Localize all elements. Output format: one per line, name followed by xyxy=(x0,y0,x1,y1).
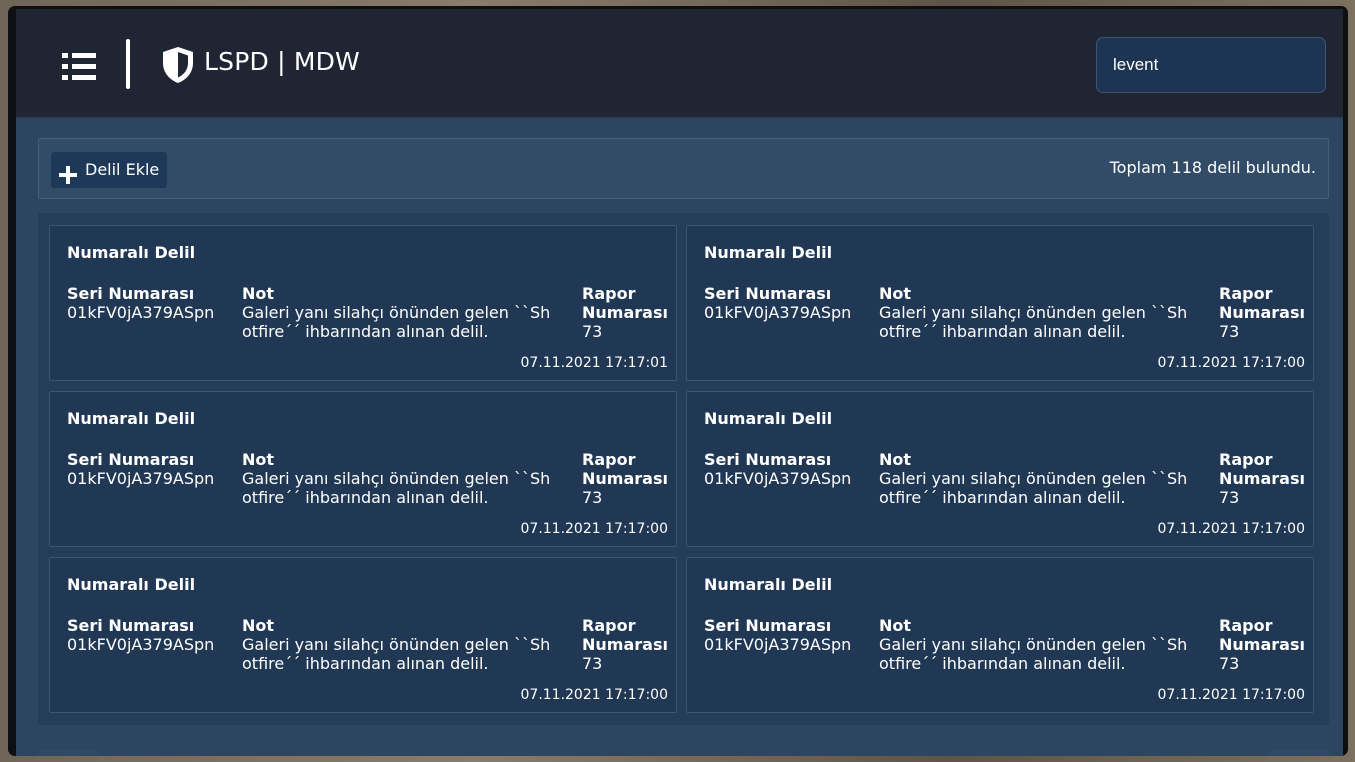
evidence-card[interactable]: Numaralı Delil Seri Numarası 01kFV0jA379… xyxy=(49,557,677,713)
evidence-card[interactable]: Numaralı Delil Seri Numarası 01kFV0jA379… xyxy=(49,391,677,547)
serial-column: Seri Numarası 01kFV0jA379ASpn xyxy=(704,616,874,654)
evidence-date: 07.11.2021 17:17:00 xyxy=(520,687,669,703)
serial-column: Seri Numarası 01kFV0jA379ASpn xyxy=(704,450,874,488)
app-title: LSPD | MDW xyxy=(204,47,360,76)
note-label: Not xyxy=(242,450,275,469)
header-divider xyxy=(126,39,130,89)
serial-value: 01kFV0jA379ASpn xyxy=(67,303,215,322)
report-label: Rapor Numarası xyxy=(1219,616,1305,654)
note-value: Galeri yanı silahçı önünden gelen ``Shot… xyxy=(242,303,551,341)
evidence-title: Numaralı Delil xyxy=(67,409,196,428)
serial-label: Seri Numarası xyxy=(704,616,832,635)
serial-value: 01kFV0jA379ASpn xyxy=(67,635,215,654)
plus-icon xyxy=(59,161,77,184)
serial-value: 01kFV0jA379ASpn xyxy=(704,635,852,654)
report-value: 73 xyxy=(582,654,603,673)
evidence-title: Numaralı Delil xyxy=(704,409,833,428)
evidence-card[interactable]: Numaralı Delil Seri Numarası 01kFV0jA379… xyxy=(686,391,1314,547)
add-evidence-label: Delil Ekle xyxy=(85,160,160,179)
note-column: Not Galeri yanı silahçı önünden gelen ``… xyxy=(242,284,560,341)
report-value: 73 xyxy=(1219,488,1240,507)
report-value: 73 xyxy=(582,322,603,341)
serial-column: Seri Numarası 01kFV0jA379ASpn xyxy=(704,284,874,322)
serial-label: Seri Numarası xyxy=(67,616,195,635)
report-column: Rapor Numarası 73 xyxy=(1219,616,1307,673)
report-value: 73 xyxy=(582,488,603,507)
note-label: Not xyxy=(242,616,275,635)
report-label: Rapor Numarası xyxy=(582,616,668,654)
evidence-count: Toplam 118 delil bulundu. xyxy=(1109,158,1316,177)
report-column: Rapor Numarası 73 xyxy=(1219,284,1307,341)
evidence-title: Numaralı Delil xyxy=(67,243,196,262)
search-input[interactable] xyxy=(1096,37,1326,93)
top-bar: LSPD | MDW xyxy=(16,9,1343,119)
evidence-date: 07.11.2021 17:17:00 xyxy=(1157,355,1306,371)
report-value: 73 xyxy=(1219,654,1240,673)
note-label: Not xyxy=(242,284,275,303)
evidence-title: Numaralı Delil xyxy=(704,575,833,594)
evidence-title: Numaralı Delil xyxy=(704,243,833,262)
evidence-card[interactable]: Numaralı Delil Seri Numarası 01kFV0jA379… xyxy=(49,225,677,381)
report-label: Rapor Numarası xyxy=(582,450,668,488)
note-column: Not Galeri yanı silahçı önünden gelen ``… xyxy=(242,616,560,673)
add-evidence-button[interactable]: Delil Ekle xyxy=(51,152,168,188)
note-value: Galeri yanı silahçı önünden gelen ``Shot… xyxy=(242,469,551,507)
evidence-toolbar: Delil Ekle Toplam 118 delil bulundu. xyxy=(38,138,1329,199)
shield-icon xyxy=(161,46,195,84)
serial-label: Seri Numarası xyxy=(67,284,195,303)
note-value: Galeri yanı silahçı önünden gelen ``Shot… xyxy=(242,635,551,673)
report-label: Rapor Numarası xyxy=(1219,450,1305,488)
note-column: Not Galeri yanı silahçı önünden gelen ``… xyxy=(242,450,560,507)
report-label: Rapor Numarası xyxy=(1219,284,1305,322)
note-label: Not xyxy=(879,450,912,469)
note-label: Not xyxy=(879,284,912,303)
report-column: Rapor Numarası 73 xyxy=(1219,450,1307,507)
serial-label: Seri Numarası xyxy=(704,450,832,469)
report-label: Rapor Numarası xyxy=(582,284,668,322)
evidence-content: Delil Ekle Toplam 118 delil bulundu. Num… xyxy=(16,119,1343,756)
list-icon[interactable] xyxy=(62,53,98,81)
serial-value: 01kFV0jA379ASpn xyxy=(704,303,852,322)
serial-label: Seri Numarası xyxy=(704,284,832,303)
note-label: Not xyxy=(879,616,912,635)
serial-column: Seri Numarası 01kFV0jA379ASpn xyxy=(67,450,237,488)
evidence-title: Numaralı Delil xyxy=(67,575,196,594)
report-value: 73 xyxy=(1219,322,1240,341)
serial-value: 01kFV0jA379ASpn xyxy=(67,469,215,488)
report-column: Rapor Numarası 73 xyxy=(582,616,670,673)
pagination-prev-tab[interactable] xyxy=(38,750,100,756)
evidence-date: 07.11.2021 17:17:01 xyxy=(520,355,669,371)
evidence-card[interactable]: Numaralı Delil Seri Numarası 01kFV0jA379… xyxy=(686,225,1314,381)
serial-column: Seri Numarası 01kFV0jA379ASpn xyxy=(67,616,237,654)
note-column: Not Galeri yanı silahçı önünden gelen ``… xyxy=(879,616,1197,673)
serial-label: Seri Numarası xyxy=(67,450,195,469)
note-value: Galeri yanı silahçı önünden gelen ``Shot… xyxy=(879,303,1188,341)
evidence-date: 07.11.2021 17:17:00 xyxy=(520,521,669,537)
report-column: Rapor Numarası 73 xyxy=(582,450,670,507)
report-column: Rapor Numarası 73 xyxy=(582,284,670,341)
note-column: Not Galeri yanı silahçı önünden gelen ``… xyxy=(879,284,1197,341)
mdw-window: LSPD | MDW Delil Ekle Toplam 118 delil b… xyxy=(8,6,1348,756)
note-value: Galeri yanı silahçı önünden gelen ``Shot… xyxy=(879,635,1188,673)
note-column: Not Galeri yanı silahçı önünden gelen ``… xyxy=(879,450,1197,507)
evidence-date: 07.11.2021 17:17:00 xyxy=(1157,521,1306,537)
evidence-card[interactable]: Numaralı Delil Seri Numarası 01kFV0jA379… xyxy=(686,557,1314,713)
evidence-date: 07.11.2021 17:17:00 xyxy=(1157,687,1306,703)
serial-column: Seri Numarası 01kFV0jA379ASpn xyxy=(67,284,237,322)
note-value: Galeri yanı silahçı önünden gelen ``Shot… xyxy=(879,469,1188,507)
pagination-next-tab[interactable] xyxy=(1268,750,1330,756)
evidence-grid: Numaralı Delil Seri Numarası 01kFV0jA379… xyxy=(38,213,1329,725)
serial-value: 01kFV0jA379ASpn xyxy=(704,469,852,488)
